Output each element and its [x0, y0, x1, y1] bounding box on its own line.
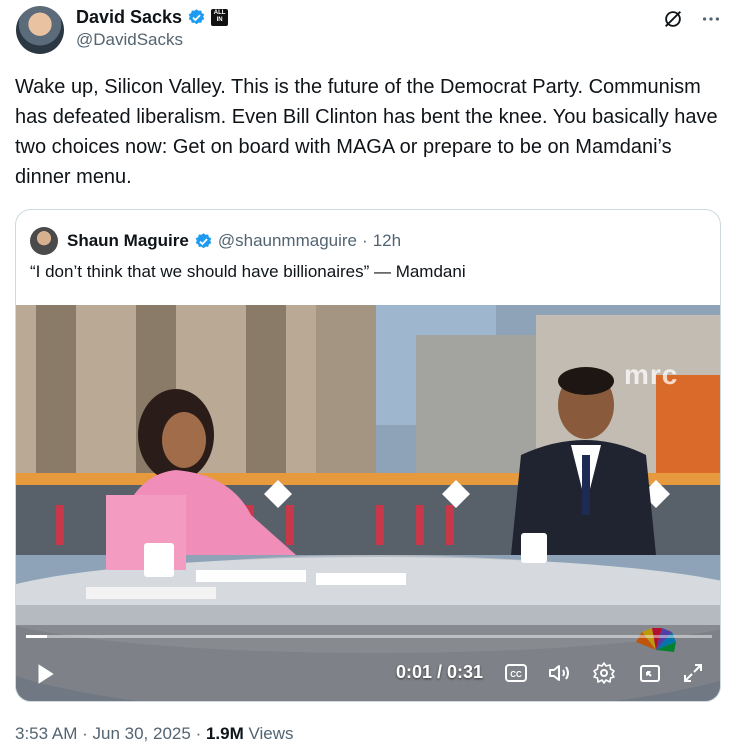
author-avatar[interactable] — [16, 6, 64, 54]
settings-gear-icon[interactable] — [592, 661, 616, 685]
svg-text:CC: CC — [510, 670, 522, 679]
tweet-date[interactable]: Jun 30, 2025 — [93, 724, 191, 743]
tweet-header: David Sacks ALL IN @DavidSacks — [16, 6, 724, 56]
fullscreen-icon[interactable] — [681, 661, 705, 685]
quoted-author-handle: @shaunmmaguire — [217, 231, 358, 250]
views-label: Views — [248, 724, 294, 743]
captions-icon[interactable]: CC — [504, 661, 528, 685]
quoted-separator: · — [362, 231, 368, 250]
author-handle[interactable]: @DavidSacks — [76, 28, 228, 52]
author-name[interactable]: David Sacks — [76, 6, 182, 28]
picture-in-picture-icon[interactable] — [638, 661, 662, 685]
quoted-tweet-text: “I don’t think that we should have billi… — [30, 262, 466, 281]
video-frame — [16, 305, 720, 701]
author-names: David Sacks ALL IN @DavidSacks — [76, 6, 229, 52]
meta-separator: · — [82, 724, 88, 743]
tweet-meta: 3:53 AM · Jun 30, 2025 · 1.9M Views — [15, 722, 294, 746]
views-count[interactable]: 1.9M — [206, 724, 244, 743]
video-progress-fill — [26, 635, 47, 638]
volume-icon[interactable] — [547, 661, 571, 685]
video-player[interactable]: mrc 0:01 / 0:31 CC — [16, 305, 720, 701]
header-actions — [662, 8, 722, 30]
verified-badge-icon — [188, 8, 205, 24]
quoted-verified-badge-icon — [195, 232, 212, 248]
play-icon[interactable] — [32, 661, 58, 687]
quoted-timestamp: 12h — [372, 231, 402, 250]
quoted-author-avatar — [30, 227, 58, 255]
tweet-time[interactable]: 3:53 AM — [15, 724, 77, 743]
video-progress-bar[interactable] — [26, 635, 712, 638]
more-icon[interactable] — [700, 8, 722, 30]
grok-icon[interactable] — [662, 8, 684, 30]
video-time: 0:01 / 0:31 — [396, 662, 484, 682]
quoted-tweet-header: Shaun Maguire @shaunmmaguire · 12h — [30, 227, 401, 255]
quoted-tweet[interactable]: Shaun Maguire @shaunmmaguire · 12h “I do… — [15, 209, 721, 702]
tweet-text: Wake up, Silicon Valley. This is the fut… — [15, 76, 718, 188]
affiliation-badge[interactable]: ALL IN — [211, 8, 229, 26]
mrc-watermark: mrc — [624, 359, 679, 390]
author-name-row[interactable]: David Sacks ALL IN — [76, 6, 229, 28]
meta-separator: · — [195, 724, 202, 743]
quoted-author-name: Shaun Maguire — [67, 231, 189, 250]
